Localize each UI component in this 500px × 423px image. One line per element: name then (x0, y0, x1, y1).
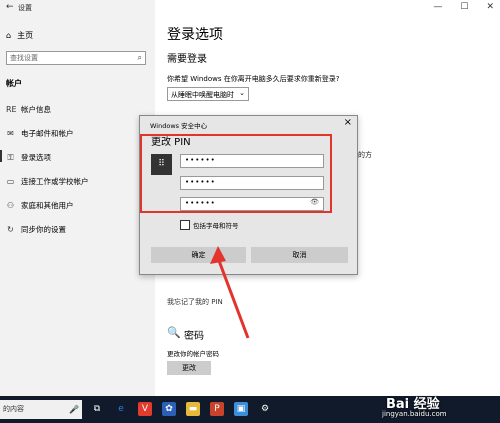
window-title: 设置 (18, 4, 32, 12)
minimize-button[interactable]: — (433, 2, 442, 12)
mail-icon: ✉ (7, 129, 14, 138)
dialog-close-icon[interactable]: × (344, 117, 352, 128)
new-pin-field[interactable]: •••••• (180, 176, 324, 190)
reveal-eye-icon[interactable]: 👁 (310, 198, 320, 206)
search-input[interactable]: 查找设置 ⌕ (6, 51, 146, 65)
powerpoint-icon[interactable]: P (210, 402, 224, 416)
partial-text: 的方 (358, 151, 372, 159)
sidebar-item-label: 帐户信息 (21, 105, 51, 114)
sidebar-item-email[interactable]: ✉ 电子邮件和帐户 (6, 128, 74, 139)
close-button[interactable]: ✕ (486, 2, 494, 12)
taskbar-search-text: 的内容 (3, 405, 24, 413)
app-icon[interactable]: ✿ (162, 402, 176, 416)
require-signin-question: 你希望 Windows 在你离开电脑多久后要求你重新登录? (167, 75, 340, 83)
sidebar-item-label: 登录选项 (21, 153, 51, 162)
folder-icon[interactable]: ▬ (186, 402, 200, 416)
search-placeholder: 查找设置 (10, 54, 38, 62)
photos-icon[interactable]: ▣ (234, 402, 248, 416)
page-title: 登录选项 (167, 27, 223, 43)
change-password-button[interactable]: 更改 (167, 361, 211, 375)
edge-browser-icon[interactable]: e (114, 402, 128, 416)
dialog-heading: 更改 PIN (151, 137, 191, 148)
sidebar-item-family[interactable]: ⚇ 家庭和其他用户 (6, 200, 74, 211)
checkbox-label: 包括字母和符号 (193, 222, 239, 230)
cancel-button[interactable]: 取消 (251, 247, 348, 263)
search-icon: ⌕ (137, 53, 142, 62)
require-signin-heading: 需要登录 (167, 54, 207, 65)
sidebar-item-label: 家庭和其他用户 (21, 201, 74, 210)
confirm-pin-value: •••••• (185, 199, 216, 207)
task-view-icon[interactable]: ⧉ (90, 402, 104, 416)
red-arrow-annotation (210, 246, 250, 339)
home-nav-item[interactable]: ⌂ 主页 (6, 30, 33, 41)
maximize-button[interactable]: ☐ (460, 2, 468, 12)
watermark-url: jingyan.baidu.com (382, 410, 447, 418)
include-letters-checkbox[interactable] (180, 220, 190, 230)
key-icon: ⚿ (7, 152, 14, 162)
sidebar-item-account-info[interactable]: RE 帐户信息 (6, 104, 51, 115)
keypad-icon: ⠿ (151, 154, 172, 175)
sidebar-item-signin-options[interactable]: ⚿ 登录选项 (0, 150, 51, 163)
dropdown-value: 从睡眠中唤醒电脑时 (171, 91, 234, 99)
key-icon: 🔍 (167, 326, 181, 339)
sidebar: ⌂ 主页 查找设置 ⌕ 帐户 RE 帐户信息 ✉ 电子邮件和帐户 ⚿ 登录选项 … (0, 0, 155, 396)
sync-icon: ↻ (7, 225, 14, 234)
sidebar-item-work-school[interactable]: ▭ 连接工作或学校帐户 (6, 176, 89, 187)
taskbar-search-box[interactable]: 的内容 🎤 (0, 400, 82, 419)
sidebar-item-label: 连接工作或学校帐户 (21, 177, 89, 186)
settings-gear-icon[interactable]: ⚙ (258, 402, 272, 416)
account-info-icon: RE (6, 105, 17, 114)
chevron-down-icon: ⌄ (239, 89, 245, 97)
briefcase-icon: ▭ (6, 177, 15, 186)
sidebar-item-label: 电子邮件和帐户 (21, 129, 74, 138)
current-pin-field[interactable]: •••••• (180, 154, 324, 168)
confirm-pin-field[interactable]: •••••• 👁 (180, 197, 324, 211)
back-arrow-icon[interactable]: ← (6, 2, 14, 12)
vivaldi-icon[interactable]: V (138, 402, 152, 416)
sidebar-item-sync[interactable]: ↻ 同步你的设置 (6, 224, 66, 235)
title-bar: ← 设置 — ☐ ✕ (0, 0, 500, 16)
dialog-title: Windows 安全中心 (150, 122, 208, 130)
require-signin-dropdown[interactable]: 从睡眠中唤醒电脑时 ⌄ (167, 87, 249, 101)
home-icon: ⌂ (6, 31, 12, 40)
section-title: 帐户 (6, 79, 22, 88)
person-icon: ⚇ (6, 201, 15, 210)
microphone-icon[interactable]: 🎤 (69, 400, 79, 419)
home-label: 主页 (17, 31, 34, 40)
sidebar-item-label: 同步你的设置 (21, 225, 66, 234)
